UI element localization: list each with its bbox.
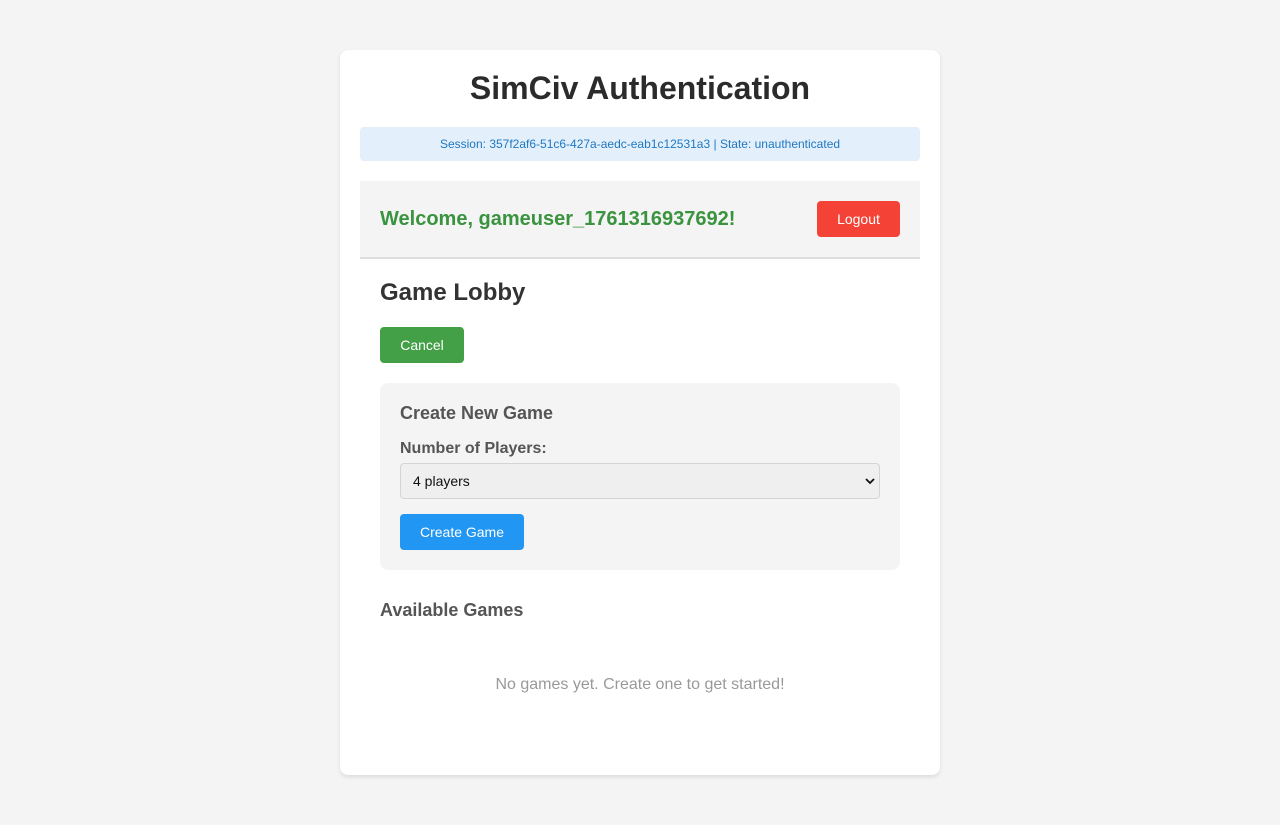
create-game-title: Create New Game bbox=[400, 403, 554, 423]
available-games-title: Available Games bbox=[380, 600, 524, 620]
lobby-title: Game Lobby bbox=[380, 279, 526, 306]
welcome-message: Welcome, gameuser_1761316937692! bbox=[380, 208, 736, 230]
logout-button[interactable]: Logout bbox=[817, 201, 900, 237]
create-game-button[interactable]: Create Game bbox=[400, 514, 524, 550]
players-select[interactable]: 4 players bbox=[400, 463, 880, 499]
session-status-bar: Session: 357f2af6-51c6-427a-aedc-eab1c12… bbox=[360, 127, 920, 161]
chevron-down-icon bbox=[865, 478, 875, 485]
cancel-button[interactable]: Cancel bbox=[380, 327, 464, 363]
user-header: Welcome, gameuser_1761316937692! Logout bbox=[360, 181, 920, 259]
page-title: SimCiv Authentication bbox=[469, 70, 811, 106]
empty-games-message: No games yet. Create one to get started! bbox=[495, 676, 785, 693]
create-game-panel: Create New Game Number of Players: 4 pla… bbox=[380, 383, 900, 570]
players-label: Number of Players: bbox=[400, 440, 547, 457]
players-select-value: 4 players bbox=[413, 473, 470, 489]
auth-card: SimCiv Authentication Session: 357f2af6-… bbox=[340, 50, 940, 775]
